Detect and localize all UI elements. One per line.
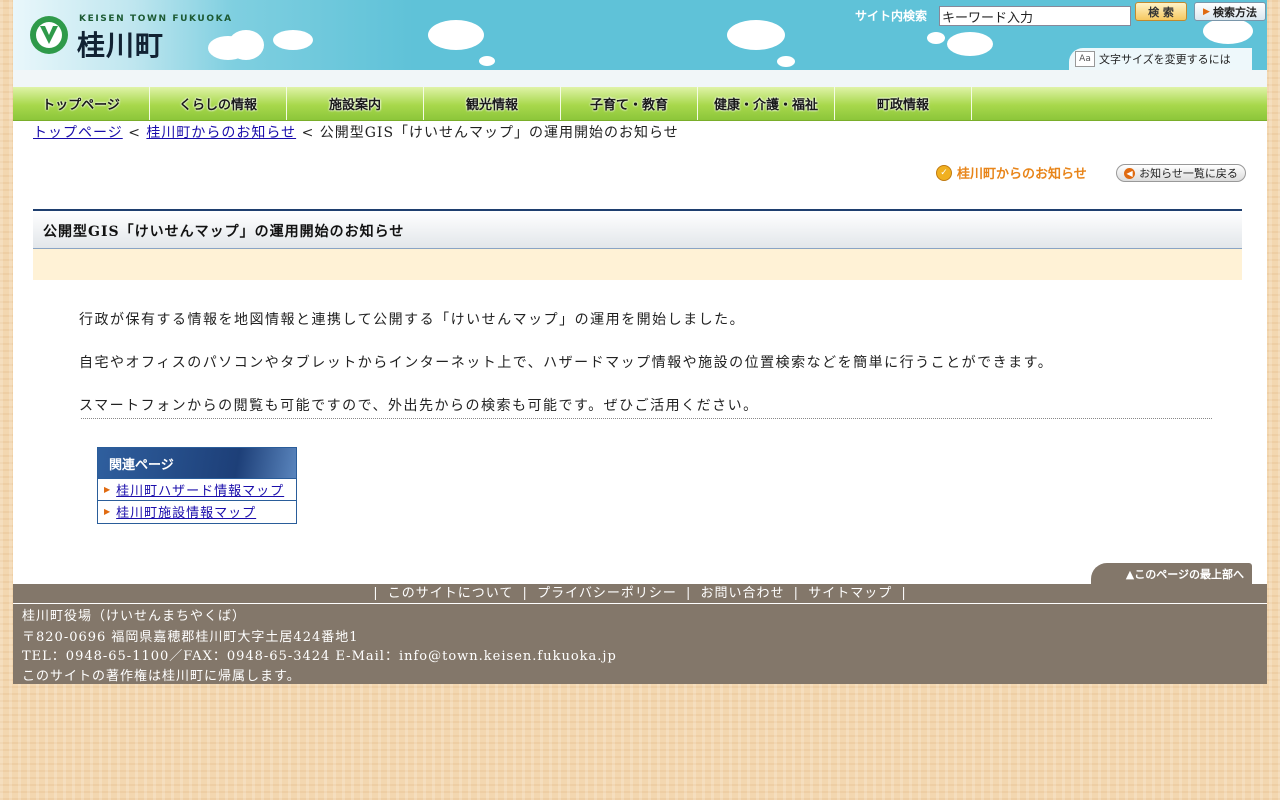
site-header: KEISEN TOWN FUKUOKA 桂川町 サイト内検索 検 索 ▶ 検索方…: [13, 0, 1267, 70]
related-link-hazard-map[interactable]: 桂川町ハザード情報マップ: [116, 480, 284, 499]
related-pages-box: 関連ページ ▶ 桂川町ハザード情報マップ ▶ 桂川町施設情報マップ: [97, 447, 297, 524]
back-to-list-label: お知らせ一覧に戻る: [1139, 167, 1238, 180]
nav-item-top[interactable]: トップページ: [13, 87, 150, 120]
category-label: 桂川町からのお知らせ: [957, 167, 1087, 182]
cloud-decoration: [947, 32, 993, 56]
search-method-label: 検索方法: [1212, 5, 1257, 19]
search-method-button[interactable]: ▶ 検索方法: [1194, 2, 1266, 21]
logo-japanese-text[interactable]: 桂川町: [77, 24, 164, 64]
related-link-facility-map[interactable]: 桂川町施設情報マップ: [116, 502, 256, 521]
cloud-decoration: [777, 56, 795, 67]
related-pages-heading: 関連ページ: [98, 448, 296, 478]
breadcrumb-link-notices[interactable]: 桂川町からのお知らせ: [146, 125, 296, 141]
cloud-decoration: [727, 20, 785, 50]
triangle-right-icon: ▶: [104, 507, 112, 516]
cloud-decoration: [479, 56, 495, 66]
article-paragraph: 自宅やオフィスのパソコンやタブレットからインターネット上で、ハザードマップ情報や…: [79, 355, 1054, 371]
back-to-list-button[interactable]: ◀ お知らせ一覧に戻る: [1116, 164, 1246, 182]
footer-link-contact[interactable]: お問い合わせ: [701, 586, 785, 601]
footer-link-privacy[interactable]: プライバシーポリシー: [537, 586, 677, 601]
cloud-decoration: [228, 30, 264, 60]
site-footer: | このサイトについて | プライバシーポリシー | お問い合わせ | サイトマ…: [13, 584, 1267, 684]
article-title: 公開型GIS「けいせんマップ」の運用開始のお知らせ: [43, 224, 405, 240]
content-divider: [81, 418, 1212, 419]
notice-icon: ✓: [936, 164, 952, 181]
site-search-label: サイト内検索: [855, 9, 928, 23]
cloud-decoration: [1203, 18, 1253, 44]
page-top-button[interactable]: ▲このページの最上部へ: [1091, 563, 1252, 584]
footer-nav-separator: |: [685, 586, 692, 601]
back-arrow-icon: ◀: [1124, 167, 1136, 179]
nav-item-childcare-education[interactable]: 子育て・教育: [561, 87, 698, 120]
nav-item-tourism[interactable]: 観光情報: [424, 87, 561, 120]
breadcrumb-separator: <: [301, 125, 315, 141]
footer-link-about[interactable]: このサイトについて: [388, 586, 514, 601]
triangle-right-icon: ▶: [1203, 6, 1210, 17]
footer-nav-separator: |: [373, 586, 379, 601]
footer-nav-separator: |: [793, 586, 800, 601]
footer-address: 〒820-0696 福岡県嘉穂郡桂川町大字土居424番地1: [22, 630, 359, 645]
nav-item-facilities[interactable]: 施設案内: [287, 87, 424, 120]
footer-office-name: 桂川町役場（けいせんまちやくば）: [22, 609, 247, 624]
footer-nav-separator: |: [522, 586, 528, 601]
triangle-right-icon: ▶: [104, 485, 112, 494]
cloud-decoration: [428, 20, 484, 50]
font-size-icon: Aa: [1075, 51, 1095, 67]
article-paragraph: 行政が保有する情報を地図情報と連携して公開する「けいせんマップ」の運用を開始しま…: [79, 312, 746, 328]
page: KEISEN TOWN FUKUOKA 桂川町 サイト内検索 検 索 ▶ 検索方…: [13, 0, 1267, 684]
footer-link-sitemap[interactable]: サイトマップ: [808, 586, 892, 601]
breadcrumb-current: 公開型GIS「けいせんマップ」の運用開始のお知らせ: [319, 125, 679, 141]
article-title-bar: 公開型GIS「けいせんマップ」の運用開始のお知らせ: [33, 209, 1242, 249]
footer-nav-separator: |: [901, 586, 907, 601]
breadcrumb-link-top[interactable]: トップページ: [33, 125, 123, 141]
related-link-item: ▶ 桂川町施設情報マップ: [98, 500, 296, 522]
search-button-label: 検 索: [1148, 5, 1174, 19]
related-link-item: ▶ 桂川町ハザード情報マップ: [98, 478, 296, 500]
nav-item-living[interactable]: くらしの情報: [150, 87, 287, 120]
footer-contact: TEL：0948-65-1100／FAX：0948-65-3424 E-Mail…: [22, 649, 617, 664]
article-meta-bar: [33, 249, 1242, 280]
cloud-decoration: [927, 32, 945, 44]
global-nav: トップページ くらしの情報 施設案内 観光情報 子育て・教育 健康・介護・福祉 …: [13, 87, 1267, 121]
font-size-help-link[interactable]: Aa 文字サイズを変更するには: [1069, 48, 1252, 70]
category-heading: ✓ 桂川町からのお知らせ: [936, 163, 1087, 182]
article-paragraph: スマートフォンからの閲覧も可能ですので、外出先からの検索も可能です。ぜひご活用く…: [79, 398, 759, 414]
nav-item-town-government[interactable]: 町政情報: [835, 87, 972, 120]
font-size-help-label: 文字サイズを変更するには: [1099, 53, 1231, 66]
footer-copyright: このサイトの著作権は桂川町に帰属します。: [22, 669, 301, 684]
town-emblem-icon[interactable]: [28, 14, 70, 56]
search-input[interactable]: [939, 6, 1131, 26]
nav-item-health-welfare[interactable]: 健康・介護・福祉: [698, 87, 835, 120]
breadcrumb: トップページ < 桂川町からのお知らせ < 公開型GIS「けいせんマップ」の運用…: [33, 122, 679, 142]
breadcrumb-separator: <: [128, 125, 141, 141]
header-spacer: [13, 70, 1267, 87]
search-button[interactable]: 検 索: [1135, 2, 1187, 21]
logo-english-text: KEISEN TOWN FUKUOKA: [79, 14, 233, 24]
footer-nav: | このサイトについて | プライバシーポリシー | お問い合わせ | サイトマ…: [13, 584, 1267, 604]
cloud-decoration: [273, 30, 313, 50]
